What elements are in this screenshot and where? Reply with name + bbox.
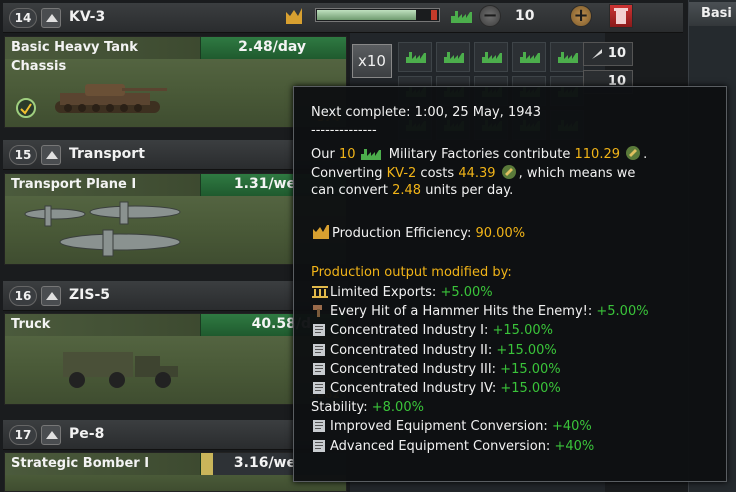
modifier-value: +8.00% <box>371 400 424 416</box>
modifier-value: +15.00% <box>492 323 553 339</box>
production-rate: 2.48/day <box>238 39 306 55</box>
armor-type-icon <box>15 97 37 123</box>
x10-button[interactable]: x10 <box>352 44 392 78</box>
priority-number: 17 <box>9 425 37 445</box>
factory-slot[interactable] <box>398 42 432 72</box>
next-complete-label: Next complete: <box>311 105 411 120</box>
move-up-button[interactable] <box>41 8 61 28</box>
move-up-button[interactable] <box>41 425 61 445</box>
modifier-value: +5.00% <box>596 304 649 320</box>
factory-slot[interactable] <box>474 42 508 72</box>
factory-slot[interactable] <box>436 42 470 72</box>
efficiency-icon <box>313 225 329 239</box>
modifier-value: +5.00% <box>440 285 493 300</box>
production-line-name: Transport <box>69 146 145 162</box>
production-rate: 3.16/we <box>233 455 296 471</box>
columns-icon <box>311 285 329 303</box>
production-tooltip: Next complete: 1:00, 25 May, 1943 ------… <box>293 86 727 482</box>
factory-quantity: 10 <box>515 8 535 24</box>
document-icon <box>311 419 329 437</box>
trash-icon <box>614 8 628 24</box>
modifier-label: Concentrated Industry I: <box>330 323 493 339</box>
modifier-value: +40% <box>551 419 592 435</box>
equipment-name: Basic Heavy Tank <box>11 40 138 55</box>
modifier-row: Every Hit of a Hammer Hits the Enemy!: +… <box>311 304 649 322</box>
tooltip-separator: -------------- <box>311 123 377 138</box>
production-icon <box>501 165 516 179</box>
modifier-label: Limited Exports: <box>330 285 441 300</box>
contribute-value: 110.29 <box>574 147 621 162</box>
move-up-button[interactable] <box>41 286 61 306</box>
factory-icon <box>450 8 476 28</box>
equipment-icon <box>592 49 602 59</box>
modifier-label: Concentrated Industry IV: <box>330 381 501 396</box>
equipment-stock-counter: 10 <box>583 42 633 66</box>
factory-icon <box>360 149 381 160</box>
priority-number: 16 <box>9 286 37 306</box>
equipment-name: Transport Plane I <box>11 177 137 192</box>
equipment-name: Strategic Bomber I <box>11 456 150 471</box>
modifier-row: Improved Equipment Conversion: +40% <box>311 419 592 437</box>
modifier-label: Every Hit of a Hammer Hits the Enemy!: <box>330 304 597 320</box>
next-complete-value: 1:00, 25 May, 1943 <box>414 105 542 120</box>
priority-number: 14 <box>9 8 37 28</box>
document-icon <box>311 362 329 380</box>
equipment-name: Truck <box>11 317 51 332</box>
truck-icon <box>55 342 185 396</box>
move-up-button[interactable] <box>41 145 61 165</box>
adjacent-panel-header[interactable]: Basi <box>689 2 736 26</box>
production-line-name: ZIS-5 <box>69 287 110 303</box>
units-per-day-value: 2.48 <box>392 183 422 198</box>
document-icon <box>311 323 329 341</box>
production-efficiency-bar <box>315 8 440 22</box>
production-rate-bar: 2.48/day <box>200 37 346 59</box>
transport-plane-icon <box>15 200 185 264</box>
modifier-label: Concentrated Industry III: <box>330 361 501 377</box>
increase-factories-button[interactable]: + <box>570 5 592 27</box>
production-icon <box>626 146 641 160</box>
production-rate: 1.31/we <box>233 176 296 192</box>
priority-number: 15 <box>9 145 37 165</box>
modifier-row: Concentrated Industry II: +15.00% <box>311 343 557 361</box>
document-icon <box>311 439 329 457</box>
modifier-label: Improved Equipment Conversion: <box>330 419 552 435</box>
modifier-row: Concentrated Industry III: +15.00% <box>311 362 561 380</box>
factory-slot[interactable] <box>550 42 584 72</box>
factories-count: 10 <box>338 147 356 162</box>
decrease-factories-button[interactable]: − <box>479 5 501 27</box>
heavy-tank-icon <box>50 79 170 123</box>
factory-slot[interactable] <box>512 42 546 72</box>
hammer-icon <box>311 304 329 322</box>
modifier-row: Stability: +8.00% <box>311 400 424 415</box>
modifiers-header: Production output modified by: <box>311 265 512 280</box>
efficiency-fill <box>317 10 416 20</box>
modifier-value: +15.00% <box>500 361 561 377</box>
document-icon <box>311 343 329 361</box>
modifier-row: Advanced Equipment Conversion: +40% <box>311 439 594 457</box>
equipment-name-line2: Chassis <box>11 59 67 74</box>
modifier-label: Concentrated Industry II: <box>330 342 497 358</box>
production-line-name: Pe-8 <box>69 426 105 442</box>
modifier-row: Concentrated Industry IV: +15.00% <box>311 381 561 399</box>
efficiency-icon <box>284 6 306 30</box>
modifier-label: Advanced Equipment Conversion: <box>330 438 555 454</box>
cost-value: 44.39 <box>458 166 496 181</box>
delete-production-button[interactable] <box>609 4 633 28</box>
modifier-row: Concentrated Industry I: +15.00% <box>311 323 553 341</box>
modifier-value: +15.00% <box>500 381 561 396</box>
converted-equipment: KV-2 <box>386 166 417 181</box>
modifier-label: Stability: <box>311 400 372 416</box>
modifier-value: +40% <box>554 438 595 454</box>
document-icon <box>311 381 329 399</box>
efficiency-value: 90.00% <box>475 226 526 241</box>
modifier-value: +15.00% <box>496 342 557 358</box>
modifier-row: Limited Exports: +5.00% <box>311 285 493 303</box>
production-line-name: KV-3 <box>69 9 106 25</box>
